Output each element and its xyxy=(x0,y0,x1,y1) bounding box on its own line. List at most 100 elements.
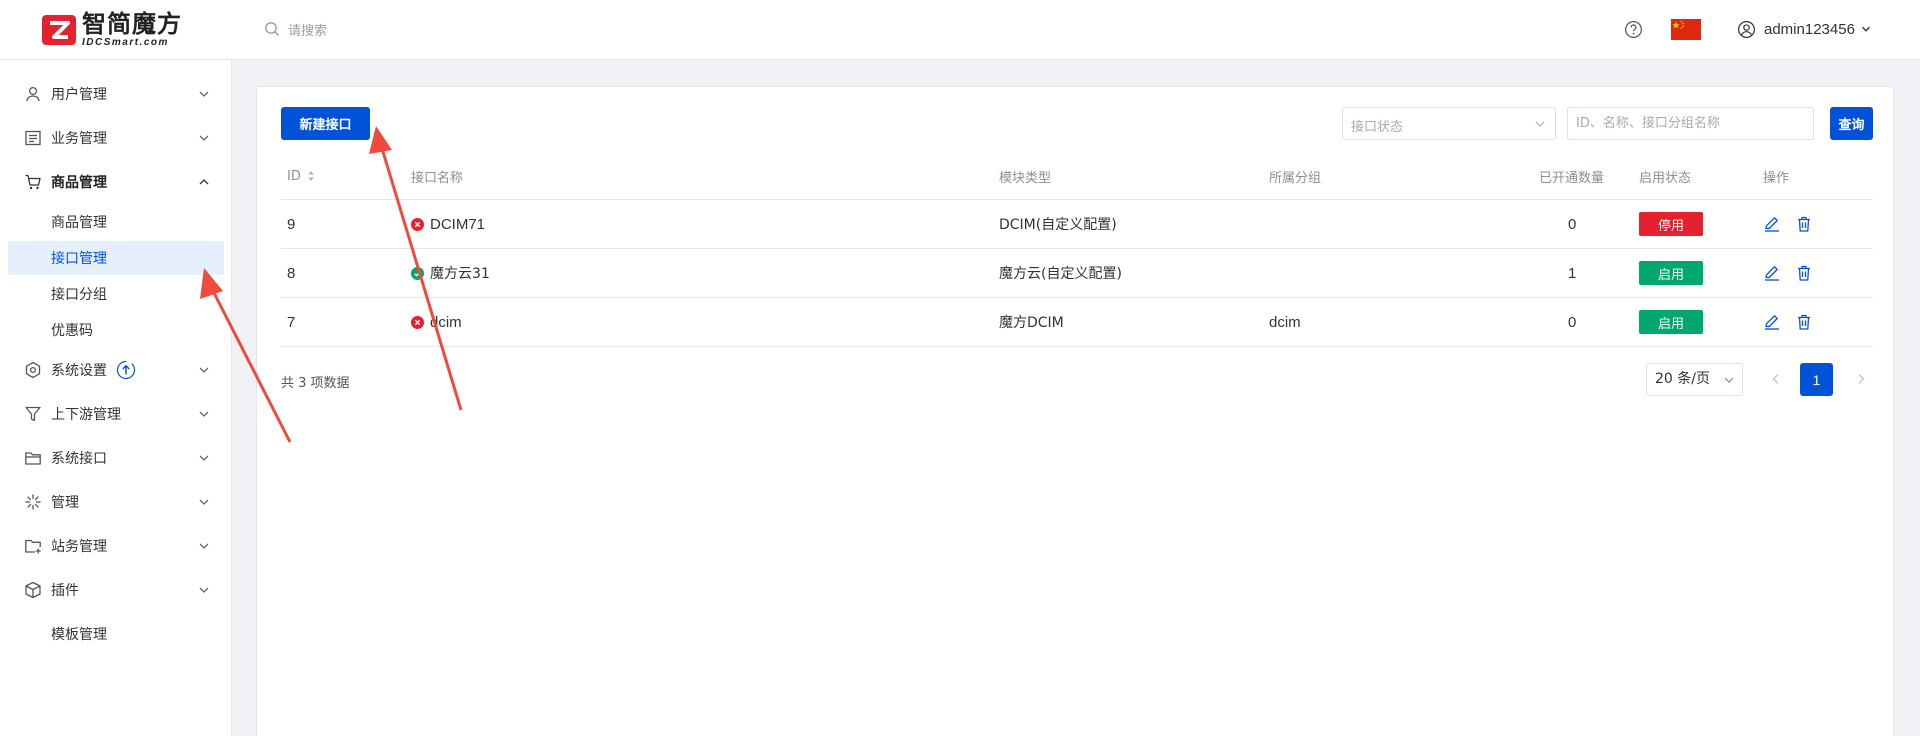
table-row: 9 DCIM71 DCIM(自定义配置) 0 停用 xyxy=(281,200,1873,249)
sidebar-subitem-label: 模板管理 xyxy=(51,627,107,643)
status-badge[interactable]: 启用 xyxy=(1639,310,1703,334)
asterisk-icon xyxy=(25,494,41,510)
chevron-down-icon xyxy=(1861,26,1870,32)
sidebar-item-upstream[interactable]: 上下游管理 xyxy=(0,394,232,434)
delete-icon[interactable] xyxy=(1795,264,1813,282)
help-icon[interactable] xyxy=(1624,20,1643,39)
row-actions xyxy=(1763,200,1827,248)
table-row: 8 魔方云31 魔方云(自定义配置) 1 启用 xyxy=(281,249,1873,298)
edit-icon[interactable] xyxy=(1763,215,1781,233)
logo[interactable]: 智简魔方 IDCSmart.com xyxy=(42,10,182,50)
cube-icon xyxy=(25,581,41,599)
sidebar-item-system-interfaces[interactable]: 系统接口 xyxy=(0,438,232,478)
sidebar-subitem-coupons[interactable]: 优惠码 xyxy=(8,313,224,347)
sidebar: 用户管理 业务管理 商品管理 商品管理 接口管理 接口分组 优惠码 系统设置 上… xyxy=(0,60,232,736)
global-search[interactable]: 请搜索 xyxy=(264,17,327,41)
sidebar-item-label: 站务管理 xyxy=(51,539,107,555)
cell-module: DCIM(自定义配置) xyxy=(999,217,1117,233)
chevron-down-icon xyxy=(199,367,209,373)
status-badge[interactable]: 停用 xyxy=(1639,212,1703,236)
sidebar-subitem-products[interactable]: 商品管理 xyxy=(8,205,224,239)
page-size-select[interactable]: 20 条/页 xyxy=(1646,363,1743,396)
column-header-actions: 操作 xyxy=(1763,170,1790,186)
chevron-down-icon xyxy=(199,455,209,461)
cell-count: 0 xyxy=(1568,313,1577,331)
sidebar-item-plugins[interactable]: 插件 xyxy=(0,570,232,610)
row-actions xyxy=(1763,298,1827,346)
filter-icon xyxy=(25,406,41,422)
sidebar-subitem-interfaces[interactable]: 接口管理 xyxy=(8,241,224,275)
column-header-name: 接口名称 xyxy=(411,170,464,186)
user-menu[interactable]: admin123456 xyxy=(1737,16,1871,42)
user-avatar-icon xyxy=(1737,20,1756,38)
sidebar-subitem-label: 优惠码 xyxy=(51,323,93,339)
status-select-placeholder: 接口状态 xyxy=(1351,120,1404,135)
cell-name: DCIM71 xyxy=(411,200,485,248)
edit-icon[interactable] xyxy=(1763,264,1781,282)
sidebar-subitem-interface-groups[interactable]: 接口分组 xyxy=(8,277,224,311)
top-header: 智简魔方 IDCSmart.com 请搜索 admin123456 xyxy=(0,0,1920,60)
cell-count: 0 xyxy=(1568,215,1577,233)
delete-icon[interactable] xyxy=(1795,215,1813,233)
sidebar-item-products[interactable]: 商品管理 xyxy=(0,162,232,202)
cell-module: 魔方DCIM xyxy=(999,315,1064,331)
offline-status-icon xyxy=(411,217,424,231)
row-actions xyxy=(1763,249,1827,297)
user-icon xyxy=(26,86,40,102)
delete-icon[interactable] xyxy=(1795,313,1813,331)
sort-icon[interactable] xyxy=(307,169,315,183)
cell-module: 魔方云(自定义配置) xyxy=(999,266,1122,282)
sidebar-subitem-label: 商品管理 xyxy=(51,215,107,231)
status-badge[interactable]: 启用 xyxy=(1639,261,1703,285)
total-count: 共 3 项数据 xyxy=(281,376,350,391)
sidebar-item-label: 系统接口 xyxy=(51,451,107,467)
folder-icon xyxy=(25,452,41,465)
table-row: 7 dcim 魔方DCIM dcim 0 启用 xyxy=(281,298,1873,347)
settings-icon xyxy=(25,361,41,379)
sidebar-item-label: 系统设置 xyxy=(51,363,107,379)
chevron-down-icon xyxy=(199,91,209,97)
logo-title: 智简魔方 xyxy=(82,10,182,38)
update-arrow-icon[interactable] xyxy=(116,360,136,380)
chevron-down-icon xyxy=(1724,377,1734,383)
offline-status-icon xyxy=(411,315,424,329)
sidebar-subitem-templates[interactable]: 模板管理 xyxy=(8,617,224,651)
sidebar-item-system-settings[interactable]: 系统设置 xyxy=(0,350,232,390)
sidebar-item-label: 商品管理 xyxy=(51,175,107,191)
chevron-right-icon[interactable] xyxy=(1853,371,1869,387)
sidebar-item-site-affairs[interactable]: 站务管理 xyxy=(0,526,232,566)
chevron-left-icon[interactable] xyxy=(1768,371,1784,387)
cell-name: 魔方云31 xyxy=(411,249,490,297)
edit-icon[interactable] xyxy=(1763,313,1781,331)
sidebar-item-users[interactable]: 用户管理 xyxy=(0,74,232,114)
logo-subtitle: IDCSmart.com xyxy=(82,37,169,48)
sidebar-item-label: 业务管理 xyxy=(51,131,107,147)
query-button[interactable]: 查询 xyxy=(1830,107,1873,140)
chevron-up-icon xyxy=(199,179,209,185)
status-select[interactable]: 接口状态 xyxy=(1342,107,1556,140)
interface-list-card: 新建接口 接口状态 ID、名称、接口分组名称 查询 ID 接口名称 模块类型 所… xyxy=(256,86,1894,736)
sidebar-item-label: 用户管理 xyxy=(51,87,107,103)
sidebar-item-label: 上下游管理 xyxy=(51,407,121,423)
chevron-down-icon xyxy=(199,587,209,593)
sidebar-item-business[interactable]: 业务管理 xyxy=(0,118,232,158)
cell-id: 7 xyxy=(287,313,296,331)
cell-id: 9 xyxy=(287,215,296,233)
column-header-id[interactable]: ID xyxy=(287,153,315,199)
sidebar-item-label: 插件 xyxy=(51,583,79,599)
list-icon xyxy=(25,130,41,146)
page-number-current[interactable]: 1 xyxy=(1800,363,1833,396)
search-icon xyxy=(265,22,279,36)
cell-count: 1 xyxy=(1568,264,1577,282)
keyword-search-input[interactable]: ID、名称、接口分组名称 xyxy=(1567,107,1814,140)
search-input[interactable]: 请搜索 xyxy=(288,20,327,39)
chevron-down-icon xyxy=(199,543,209,549)
sidebar-subitem-label: 接口分组 xyxy=(51,287,107,303)
cell-name: dcim xyxy=(411,298,462,346)
column-header-group: 所属分组 xyxy=(1269,170,1322,186)
logo-mark-icon xyxy=(42,15,76,45)
chevron-down-icon xyxy=(1535,121,1545,127)
new-interface-button[interactable]: 新建接口 xyxy=(281,107,370,140)
china-flag-icon[interactable] xyxy=(1671,19,1701,40)
sidebar-item-management[interactable]: 管理 xyxy=(0,482,232,522)
